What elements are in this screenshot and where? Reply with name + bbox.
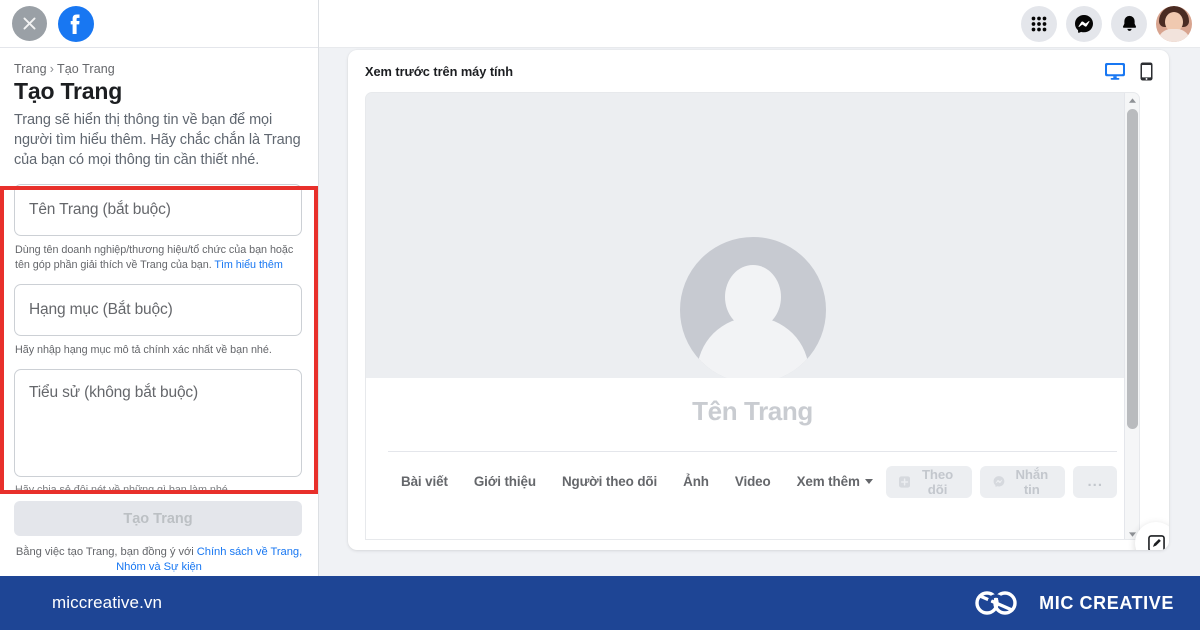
sidebar-intro: Trang › Tạo Trang Tạo Trang Trang sẽ hiển … [0,48,318,170]
infinity-loop-icon [975,591,1017,615]
sidebar-header [0,0,318,48]
page-name-input[interactable]: Tên Trang (bắt buộc) [14,184,302,236]
message-button[interactable]: Nhắn tin [980,465,1066,498]
scrollbar-thumb[interactable] [1127,109,1138,429]
preview-viewport: Tên Trang Bài viết Giới thiệu Người theo… [365,92,1140,540]
message-button-label: Nhắn tin [1015,466,1049,497]
tab-followers-label: Người theo dõi [561,474,658,489]
brand-name: MIC CREATIVE [1039,592,1174,613]
tab-photos-label: Ảnh [683,474,709,489]
breadcrumb: Trang › Tạo Trang [14,62,302,76]
cover-photo-placeholder[interactable] [366,93,1139,387]
mobile-preview-icon[interactable] [1140,62,1153,81]
tab-posts-label: Bài viết [401,474,448,489]
scroll-up-arrow-icon[interactable] [1125,93,1139,107]
tab-about[interactable]: Giới thiệu [461,465,549,498]
device-toggle [1104,62,1153,81]
notifications-bell-icon[interactable] [1111,5,1147,42]
screenshot-root: Trang › Tạo Trang Tạo Trang Trang sẽ hiển … [0,0,1200,630]
tab-videos-label: Video [734,474,771,489]
tab-photos[interactable]: Ảnh [670,465,722,498]
tab-posts[interactable]: Bài viết [388,465,461,498]
learn-more-link[interactable]: Tìm hiểu thêm [214,259,282,271]
terms-prefix: Bằng việc tạo Trang, bạn đồng ý với [15,546,197,558]
terms-notice: Bằng việc tạo Trang, bạn đồng ý với Chín… [14,545,304,575]
preview-header: Xem trước trên máy tính [348,50,1169,92]
page-description: Trang sẽ hiển thị thông tin về bạn để mọ… [14,112,301,168]
avatar-body [1158,28,1190,42]
page-name-placeholder: Tên Trang (bắt buộc) [29,201,171,218]
preview-scrollbar[interactable] [1124,93,1139,539]
brand-logo: MIC CREATIVE [972,588,1174,618]
create-page-button[interactable]: Tạo Trang [14,501,302,536]
category-placeholder: Hạng mục (Bắt buộc) [29,301,173,318]
breadcrumb-parent[interactable]: Trang [14,62,47,76]
more-options-button[interactable]: ... [1073,465,1117,498]
submit-section: Tạo Trang Bằng việc tạo Trang, bạn đồng … [0,492,318,575]
profile-tab-row: Bài viết Giới thiệu Người theo dõi Ảnh V… [388,451,1117,511]
profile-tabs: Bài viết Giới thiệu Người theo dõi Ảnh V… [388,465,886,498]
edit-square-icon [1147,534,1165,550]
tab-videos[interactable]: Video [722,465,784,498]
messenger-icon[interactable] [1066,5,1102,42]
preview-title: Xem trước trên máy tính [365,63,514,79]
branding-bar: miccreative.vn MIC CREATIVE [0,576,1200,630]
top-navigation-bar [319,0,1200,48]
bio-input[interactable]: Tiểu sử (không bắt buộc) [14,369,302,477]
follow-button-label: Theo dõi [921,466,954,497]
messenger-icon [993,476,1005,487]
close-x-icon[interactable] [12,6,47,41]
follow-plus-icon [898,475,910,488]
avatar-silhouette-body [696,317,809,383]
brand-website-url: miccreative.vn [52,593,163,612]
chevron-down-icon [864,479,873,484]
preview-page-name: Tên Trang [692,396,813,426]
category-hint: Hãy nhập hạng mục mô tả chính xác nhất v… [15,344,272,356]
preview-card: Xem trước trên máy tính Tên Trang Bài vi… [348,50,1169,550]
page-name-hint: Dùng tên doanh nghiệp/thương hiệu/tổ chứ… [15,243,305,273]
profile-avatar-placeholder[interactable] [675,233,830,387]
breadcrumb-current: Tạo Trang [56,62,115,76]
category-input[interactable]: Hạng mục (Bắt buộc) [14,284,302,336]
follow-button[interactable]: Theo dõi [885,465,973,498]
facebook-logo-icon[interactable] [58,5,94,42]
profile-actions: Theo dõi Nhắn tin ... [885,465,1117,498]
bio-hint: Hãy chia sẻ đôi nét về những gì bạn làm … [15,484,231,492]
tab-followers[interactable]: Người theo dõi [549,465,670,498]
edit-compose-floating-button[interactable] [1135,522,1169,550]
tab-see-more[interactable]: Xem thêm [784,465,886,498]
desktop-preview-icon[interactable] [1104,62,1126,80]
user-avatar[interactable] [1156,5,1192,42]
apps-grid-icon[interactable] [1021,5,1057,42]
tab-see-more-label: Xem thêm [796,474,860,489]
page-title: Tạo Trang [14,78,123,104]
profile-info-zone: Tên Trang Bài viết Giới thiệu Người theo… [366,378,1139,539]
main-area: Xem trước trên máy tính Tên Trang Bài vi… [319,0,1200,576]
breadcrumb-separator: › [49,62,54,76]
bio-placeholder: Tiểu sử (không bắt buộc) [29,384,199,401]
create-page-form: Tên Trang (bắt buộc) Dùng tên doanh nghi… [0,170,318,492]
create-page-sidebar: Trang › Tạo Trang Tạo Trang Trang sẽ hiển … [0,0,319,576]
more-options-icon: ... [1087,473,1103,490]
tab-about-label: Giới thiệu [473,474,536,489]
